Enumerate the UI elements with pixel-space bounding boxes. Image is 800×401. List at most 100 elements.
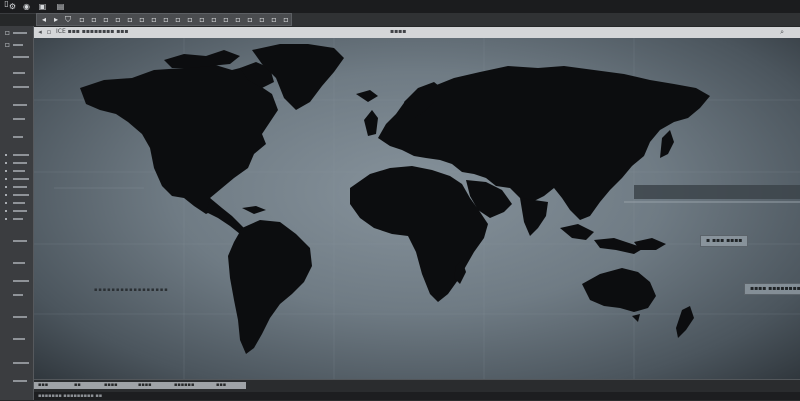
panel-row[interactable] <box>13 32 27 34</box>
tasmania <box>632 314 640 322</box>
square-icon[interactable]: ▫ <box>125 15 135 24</box>
world-map-canvas[interactable] <box>34 38 800 379</box>
address-mid-text: ▪▪▪▪ <box>390 28 407 35</box>
record-icon[interactable]: ◉ <box>22 2 31 11</box>
window-top-bar: ⚙ ◉ ▣ ▤ ▯ <box>0 0 800 14</box>
square-icon[interactable]: ▫ <box>197 15 207 24</box>
panel-bullet <box>5 194 7 196</box>
arctic-islands <box>164 50 240 68</box>
panel-row[interactable] <box>13 118 25 120</box>
new-guinea <box>634 238 666 250</box>
panel-row[interactable] <box>13 280 29 282</box>
panel-bullet <box>5 154 7 156</box>
panel-row[interactable] <box>13 202 25 204</box>
north-america[interactable] <box>80 64 278 214</box>
map-label-asia[interactable]: ▪ ▪▪▪ ▪▪▪▪ <box>700 235 749 247</box>
panel-bullet <box>5 162 7 164</box>
file-icon[interactable]: ▯ <box>2 0 11 8</box>
panel-row[interactable] <box>13 240 27 242</box>
panel-row[interactable] <box>13 44 23 46</box>
back-arrow-icon[interactable]: ◂ <box>36 28 44 36</box>
address-text[interactable]: ICE ▪▪▪ ▪▪▪▪▪▪▪▪ ▪▪▪ <box>56 28 128 35</box>
new-zealand <box>676 306 694 338</box>
square-icon[interactable]: ▫ <box>161 15 171 24</box>
square-icon[interactable]: ▫ <box>281 15 291 24</box>
left-tool-panel: ▫ ▫ <box>0 26 34 400</box>
panel-bullet <box>5 186 7 188</box>
square-icon[interactable]: ▫ <box>77 15 87 24</box>
panel-row[interactable] <box>13 104 27 106</box>
square-icon[interactable]: ▫ <box>149 15 159 24</box>
status-bar: ▪▪▪ ▪▪ ▪▪▪▪ ▪▪▪▪ ▪▪▪▪▪▪ ▪▪▪ ▪▪▪▪▪▪▪ ▪▪▪▪… <box>34 379 800 401</box>
back-icon[interactable]: ◂ <box>39 15 49 24</box>
status-line <box>34 392 800 400</box>
panel-row[interactable] <box>13 56 29 58</box>
panel-tool-icon[interactable]: ▫ <box>3 28 12 37</box>
status-cell[interactable]: ▪▪▪▪ <box>138 382 152 389</box>
square-icon[interactable]: ▫ <box>221 15 231 24</box>
panel-row[interactable] <box>13 210 27 212</box>
forward-icon[interactable]: ▸ <box>51 15 61 24</box>
panel-bullet <box>5 170 7 172</box>
square-icon[interactable]: ▫ <box>209 15 219 24</box>
doc-icon[interactable]: ▤ <box>56 2 65 11</box>
square-icon[interactable]: ▫ <box>137 15 147 24</box>
panel-bullet <box>5 202 7 204</box>
caribbean-islands <box>242 206 266 214</box>
tab-bar-empty <box>292 13 800 26</box>
status-cell[interactable]: ▪▪ <box>74 382 81 389</box>
panel-row[interactable] <box>13 136 23 138</box>
panel-row[interactable] <box>13 162 27 164</box>
japan <box>660 130 674 158</box>
square-icon[interactable]: ▫ <box>257 15 267 24</box>
panel-row[interactable] <box>13 362 29 364</box>
panel-row[interactable] <box>13 86 29 88</box>
square-icon[interactable]: ▫ <box>245 15 255 24</box>
panel-row[interactable] <box>13 338 25 340</box>
map-overlay-strip <box>634 185 800 199</box>
south-america[interactable] <box>228 220 312 354</box>
square-icon[interactable]: ▫ <box>101 15 111 24</box>
square-icon[interactable]: ▫ <box>185 15 195 24</box>
panel-row[interactable] <box>13 294 23 296</box>
indian-subcontinent <box>520 198 548 236</box>
square-icon[interactable]: ▫ <box>173 15 183 24</box>
page-icon: ▫ <box>46 28 52 36</box>
panel-row[interactable] <box>13 186 27 188</box>
status-cell[interactable]: ▪▪▪▪▪▪ <box>174 382 194 389</box>
panel-row[interactable] <box>13 218 23 220</box>
indonesia <box>594 238 644 254</box>
map-label-oceania[interactable]: ▪▪▪▪ ▪▪▪▪▪▪▪▪ <box>744 283 800 295</box>
british-isles <box>364 110 378 136</box>
panel-bullet <box>5 218 7 220</box>
status-cell[interactable]: ▪▪▪▪ <box>104 382 118 389</box>
status-cell[interactable]: ▪▪▪ <box>216 382 226 389</box>
panel-row[interactable] <box>13 154 29 156</box>
southeast-asia-islands <box>560 224 594 240</box>
square-icon[interactable]: ▫ <box>269 15 279 24</box>
square-icon[interactable]: ▫ <box>113 15 123 24</box>
shield-icon[interactable]: ⛉ <box>63 15 73 24</box>
panel-row[interactable] <box>13 72 25 74</box>
panel-row[interactable] <box>13 178 29 180</box>
panel-tool-icon[interactable]: ▫ <box>3 40 12 49</box>
square-icon[interactable]: ▫ <box>233 15 243 24</box>
status-text: ▪▪▪▪▪▪▪ ▪▪▪▪▪▪▪▪▪ ▪▪ <box>38 393 103 399</box>
status-cell[interactable]: ▪▪▪ <box>38 382 48 389</box>
map-scale-text: ▪▪▪▪▪▪▪▪▪▪▪▪▪▪▪▪▪ <box>94 287 169 293</box>
panel-row[interactable] <box>13 380 27 382</box>
africa[interactable] <box>350 166 488 302</box>
square-icon[interactable]: ▫ <box>89 15 99 24</box>
panel-row[interactable] <box>13 316 27 318</box>
panel-row[interactable] <box>13 262 25 264</box>
world-map-view[interactable]: ▪ ▪▪▪ ▪▪▪▪ ▪▪▪▪ ▪▪▪▪▪▪▪▪ ▪▪▪▪▪▪▪▪▪▪▪▪▪▪▪… <box>34 38 800 379</box>
panel-row[interactable] <box>13 194 29 196</box>
panel-row[interactable] <box>13 170 25 172</box>
status-cells: ▪▪▪ ▪▪ ▪▪▪▪ ▪▪▪▪ ▪▪▪▪▪▪ ▪▪▪ <box>34 382 246 389</box>
window-icon[interactable]: ▣ <box>38 2 47 11</box>
map-overlay-line <box>624 201 800 203</box>
central-america <box>206 198 246 234</box>
australia[interactable] <box>582 268 656 312</box>
tab-strip[interactable]: ◂ ▸ ⛉ ▫ ▫ ▫ ▫ ▫ ▫ ▫ ▫ ▫ ▫ ▫ ▫ ▫ ▫ ▫ ▫ ▫ … <box>36 13 292 26</box>
search-icon[interactable]: ⌕ <box>780 28 784 37</box>
